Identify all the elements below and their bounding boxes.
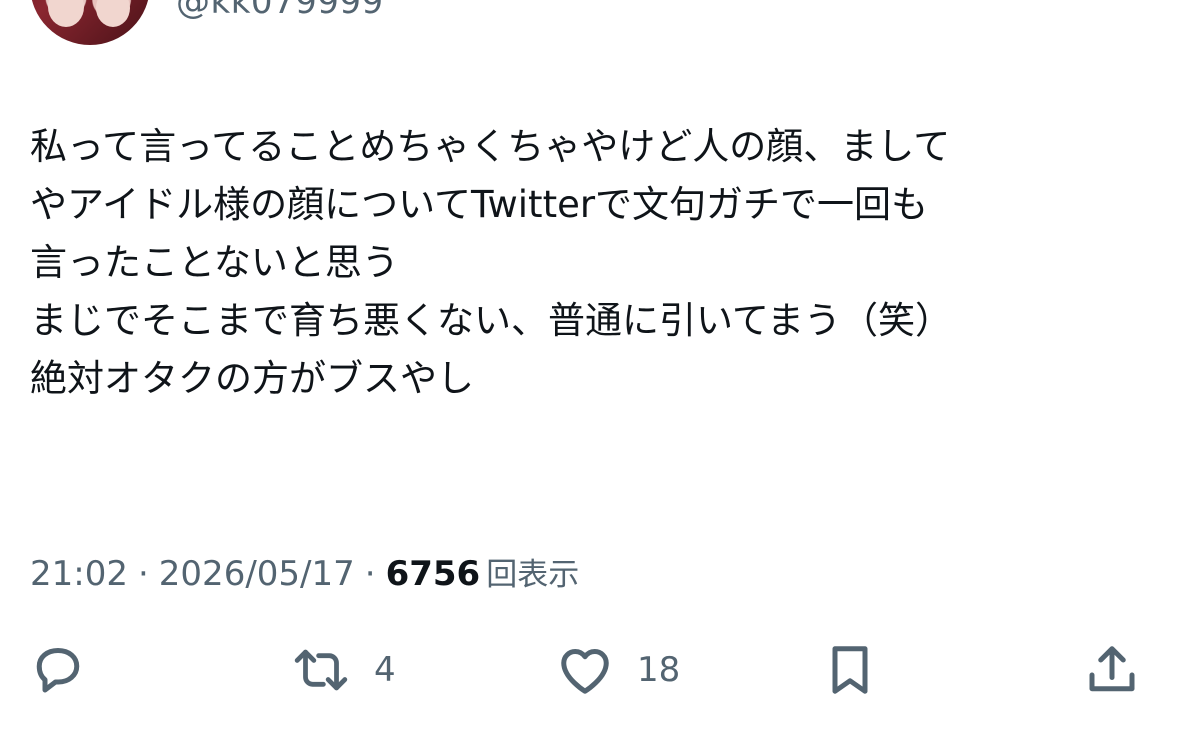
retweet-icon — [290, 640, 352, 700]
reply-button[interactable] — [28, 640, 88, 700]
share-button[interactable] — [1082, 640, 1142, 700]
bookmark-icon — [820, 640, 880, 700]
views-label: 回表示 — [486, 557, 580, 593]
share-icon — [1082, 640, 1142, 700]
like-count: 18 — [637, 650, 681, 690]
tweet-actions: 4 18 — [0, 640, 1179, 700]
retweet-button[interactable]: 4 — [290, 640, 396, 700]
reply-icon — [28, 640, 88, 700]
heart-icon — [555, 640, 615, 700]
author-handle[interactable]: @kk079999 — [176, 0, 384, 22]
tweet-text: 私って言ってることめちゃくちゃやけど人の顔、まして やアイドル様の顔についてTw… — [30, 118, 1160, 408]
avatar[interactable] — [30, 0, 150, 45]
avatar-face-right — [96, 0, 130, 27]
tweet-text-line: 言ったことないと思う — [30, 241, 399, 284]
like-button[interactable]: 18 — [555, 640, 680, 700]
tweet-text-line: まじでそこまで育ち悪くない、普通に引いてまう（笑） — [30, 299, 953, 342]
tweet-date[interactable]: 2026/05/17 — [159, 554, 355, 594]
avatar-face-left — [48, 0, 84, 27]
tweet-meta: 21:02 · 2026/05/17 · 6756 回表示 — [30, 549, 579, 594]
meta-separator: · — [137, 554, 149, 594]
retweet-count: 4 — [374, 650, 396, 690]
tweet-time[interactable]: 21:02 — [30, 554, 128, 594]
tweet-text-line: やアイドル様の顔についてTwitterで文句ガチで一回も — [30, 183, 929, 226]
views-count: 6756 — [385, 554, 481, 594]
bookmark-button[interactable] — [820, 640, 880, 700]
tweet-text-line: 絶対オタクの方がブスやし — [30, 357, 474, 400]
tweet-text-line: 私って言ってることめちゃくちゃやけど人の顔、まして — [30, 125, 951, 168]
meta-separator: · — [364, 554, 376, 594]
